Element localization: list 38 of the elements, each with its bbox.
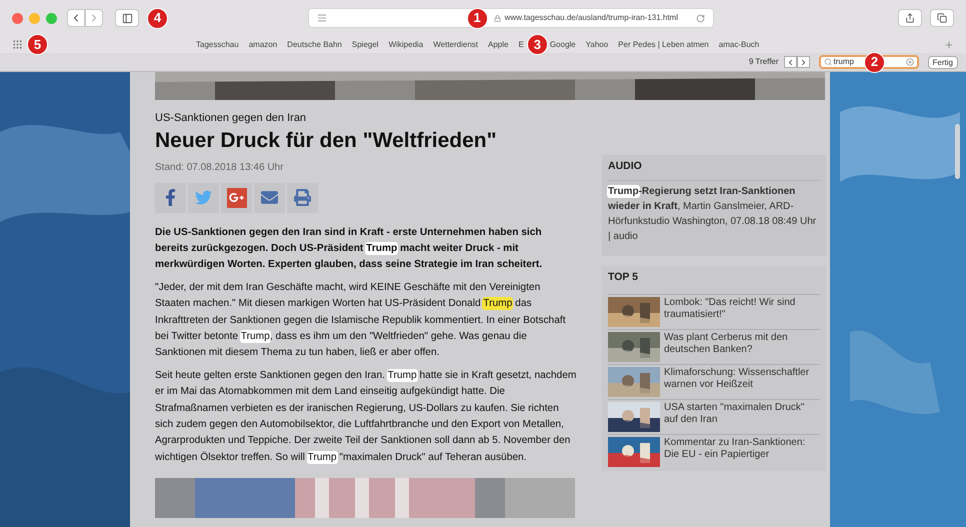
add-icon[interactable] — [944, 40, 954, 50]
grid-icon[interactable] — [12, 39, 23, 50]
bookmark-link[interactable]: Deutsche Bahn — [287, 38, 342, 50]
bookmark-link[interactable]: Yahoo — [586, 38, 608, 50]
bookmark-link[interactable]: Apple — [488, 38, 508, 50]
callout-marker: 1 — [466, 8, 488, 28]
sidebar-button[interactable] — [115, 9, 139, 27]
tabs-icon — [937, 13, 947, 23]
lock-icon — [494, 14, 501, 22]
bookmark-link[interactable]: amazon — [248, 38, 278, 50]
sidebar-icon — [122, 12, 132, 24]
bookmark-link[interactable]: Tagesschau — [196, 38, 239, 50]
share-button[interactable] — [898, 9, 922, 27]
reload-icon[interactable] — [696, 14, 705, 22]
bookmark-link[interactable]: Wikipedia — [388, 38, 424, 50]
callout-marker: 2 — [864, 52, 885, 72]
close-window-button[interactable] — [12, 12, 23, 24]
callout-marker: 4 — [147, 8, 168, 28]
url-text: www.tagesschau.de/ausland/trump-iran-131.html — [504, 12, 678, 24]
search-icon — [824, 58, 832, 66]
bookmark-link[interactable]: Google — [550, 38, 576, 50]
callout-marker: 3 — [526, 34, 548, 55]
bookmark-link[interactable]: Wetterdienst — [433, 38, 478, 50]
bookmark-link[interactable]: amac-Buch — [718, 38, 760, 50]
share-icon — [905, 13, 915, 23]
next-match-button[interactable] — [796, 56, 810, 68]
clear-icon[interactable] — [906, 58, 914, 66]
done-button[interactable]: Fertig — [928, 56, 958, 68]
callout-marker: 5 — [27, 34, 48, 55]
bookmark-link[interactable]: Spiegel — [352, 38, 379, 50]
bookmark-link[interactable]: Per Pedes | Leben atmen — [618, 38, 709, 50]
reader-icon[interactable] — [317, 13, 327, 23]
previous-match-button[interactable] — [784, 56, 797, 68]
tabs-button[interactable] — [930, 9, 954, 27]
match-count: 9 Treffer — [748, 56, 779, 68]
address-field[interactable]: 1 www.tagesschau.de/ausland/trump-iran-131.html — [308, 8, 714, 28]
back-button[interactable] — [67, 9, 85, 27]
bookmark-link[interactable]: E — [518, 38, 524, 50]
